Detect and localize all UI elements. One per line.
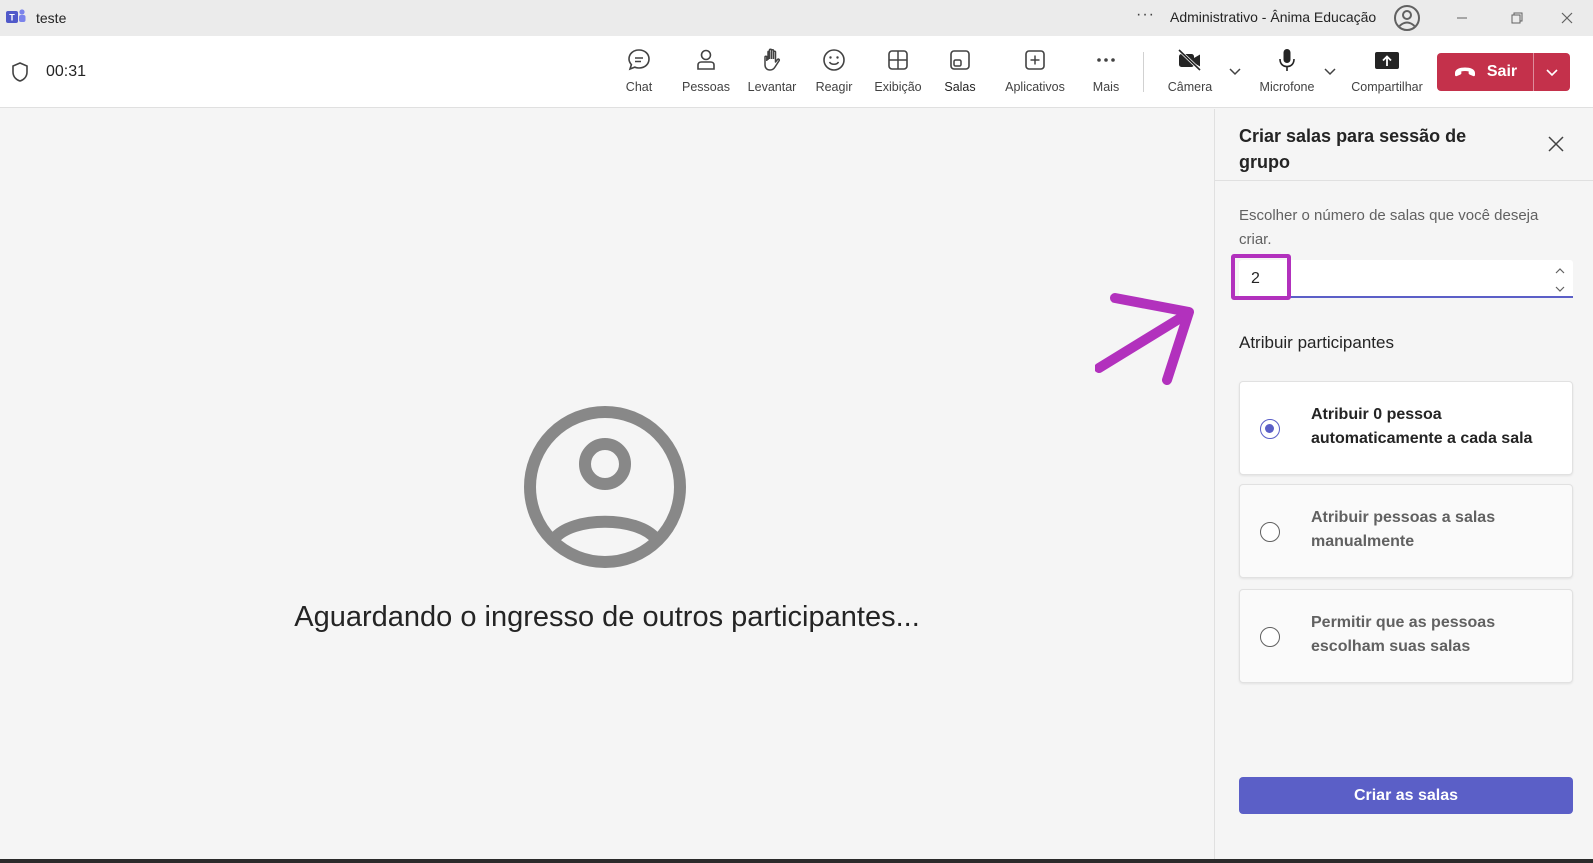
shield-icon xyxy=(12,62,28,82)
toolbar-divider xyxy=(1143,52,1144,92)
view-label: Exibição xyxy=(874,80,922,94)
room-count-label: Escolher o número de salas que você dese… xyxy=(1239,207,1539,248)
hang-up-icon xyxy=(1454,67,1475,77)
participant-placeholder-icon xyxy=(524,406,686,568)
close-panel-button[interactable] xyxy=(1545,133,1567,155)
minimize-icon xyxy=(1457,17,1467,19)
more-icon xyxy=(1097,58,1115,62)
share-button[interactable]: Compartilhar xyxy=(1347,46,1427,104)
leave-label: Sair xyxy=(1486,63,1518,80)
view-button[interactable]: Exibição xyxy=(868,46,928,104)
react-icon xyxy=(823,49,845,71)
taskbar-edge xyxy=(0,859,1593,863)
microphone-icon xyxy=(1279,49,1295,71)
option-self-select-label: Permitir que as pessoas escolham suas sa… xyxy=(1311,614,1496,655)
radio-auto-assign[interactable] xyxy=(1260,419,1280,439)
people-button[interactable]: Pessoas xyxy=(673,46,739,104)
chevron-down-icon xyxy=(1229,68,1241,76)
meeting-stage: Aguardando o ingresso de outros particip… xyxy=(0,109,1214,859)
option-manual-assign[interactable]: Atribuir pessoas a salas manualmente xyxy=(1239,484,1573,578)
panel-header: Criar salas para sessão de grupo xyxy=(1215,109,1593,181)
camera-off-icon xyxy=(1177,48,1202,72)
restore-icon xyxy=(1511,12,1523,24)
apps-icon xyxy=(1025,50,1045,70)
close-window-button[interactable] xyxy=(1553,6,1581,30)
share-label: Compartilhar xyxy=(1351,80,1423,94)
room-count-stepper[interactable] xyxy=(1553,266,1567,294)
radio-self-select[interactable] xyxy=(1260,627,1280,647)
waiting-message: Aguardando o ingresso de outros particip… xyxy=(294,601,920,633)
chevron-down-icon xyxy=(1324,68,1336,76)
panel-title: Criar salas para sessão de grupo xyxy=(1239,126,1467,172)
react-button[interactable]: Reagir xyxy=(805,46,863,104)
minimize-button[interactable] xyxy=(1448,6,1476,30)
option-self-select[interactable]: Permitir que as pessoas escolham suas sa… xyxy=(1239,589,1573,683)
svg-text:T: T xyxy=(9,13,15,23)
close-icon xyxy=(1548,136,1564,152)
option-auto-assign-label: Atribuir 0 pessoa automaticamente a cada… xyxy=(1311,406,1533,447)
more-options-icon[interactable]: ··· xyxy=(1136,6,1155,24)
title-bar: T teste ··· Administrativo - Ânima Educa… xyxy=(0,0,1593,36)
rooms-button[interactable]: Salas xyxy=(935,46,985,104)
radio-manual-assign[interactable] xyxy=(1260,522,1280,542)
leave-button-group: Sair xyxy=(1437,53,1570,91)
chevron-down-icon xyxy=(1546,69,1558,77)
microphone-options-button[interactable] xyxy=(1321,62,1339,80)
camera-options-button[interactable] xyxy=(1226,62,1244,80)
more-label: Mais xyxy=(1092,80,1120,94)
chat-button[interactable]: Chat xyxy=(614,46,664,104)
raise-hand-button[interactable]: Levantar xyxy=(738,46,806,104)
chat-label: Chat xyxy=(625,80,653,94)
restore-button[interactable] xyxy=(1503,6,1531,30)
camera-label: Câmera xyxy=(1167,80,1213,94)
annotation-highlight-box xyxy=(1231,254,1291,300)
camera-button[interactable]: Câmera xyxy=(1160,46,1220,104)
window-title: teste xyxy=(36,10,67,26)
chevron-up-icon[interactable] xyxy=(1554,266,1566,276)
close-icon xyxy=(1561,12,1573,24)
option-manual-assign-label: Atribuir pessoas a salas manualmente xyxy=(1311,509,1496,550)
people-icon xyxy=(697,49,715,70)
annotation-arrow-icon xyxy=(1095,293,1194,385)
org-name: Administrativo - Ânima Educação xyxy=(1170,9,1377,25)
meeting-toolbar: 00:31 Chat Pessoas Levantar Reagir Exibi… xyxy=(0,36,1593,140)
breakout-rooms-panel: Criar salas para sessão de grupo Escolhe… xyxy=(1214,109,1593,859)
react-label: Reagir xyxy=(815,80,853,94)
account-avatar-icon[interactable] xyxy=(1393,4,1421,32)
chat-icon xyxy=(628,49,650,71)
option-auto-assign[interactable]: Atribuir 0 pessoa automaticamente a cada… xyxy=(1239,381,1573,475)
more-button[interactable]: Mais xyxy=(1083,46,1129,104)
people-label: Pessoas xyxy=(682,80,730,94)
raise-hand-label: Levantar xyxy=(747,80,797,94)
create-rooms-button[interactable]: Criar as salas xyxy=(1239,777,1573,814)
view-icon xyxy=(888,50,908,70)
apps-label: Aplicativos xyxy=(1005,80,1065,94)
rooms-label: Salas xyxy=(944,80,976,94)
apps-button[interactable]: Aplicativos xyxy=(995,46,1075,104)
microphone-label: Microfone xyxy=(1259,80,1315,94)
raise-hand-icon xyxy=(764,48,781,71)
share-icon xyxy=(1375,52,1399,69)
leave-button[interactable]: Sair xyxy=(1437,53,1533,91)
teams-logo-icon: T xyxy=(6,9,26,23)
leave-options-button[interactable] xyxy=(1534,53,1570,91)
rooms-icon xyxy=(950,50,970,70)
chevron-down-icon[interactable] xyxy=(1554,284,1566,294)
assign-participants-heading: Atribuir participantes xyxy=(1239,333,1394,352)
microphone-button[interactable]: Microfone xyxy=(1252,46,1322,104)
meeting-timer: 00:31 xyxy=(46,63,87,80)
